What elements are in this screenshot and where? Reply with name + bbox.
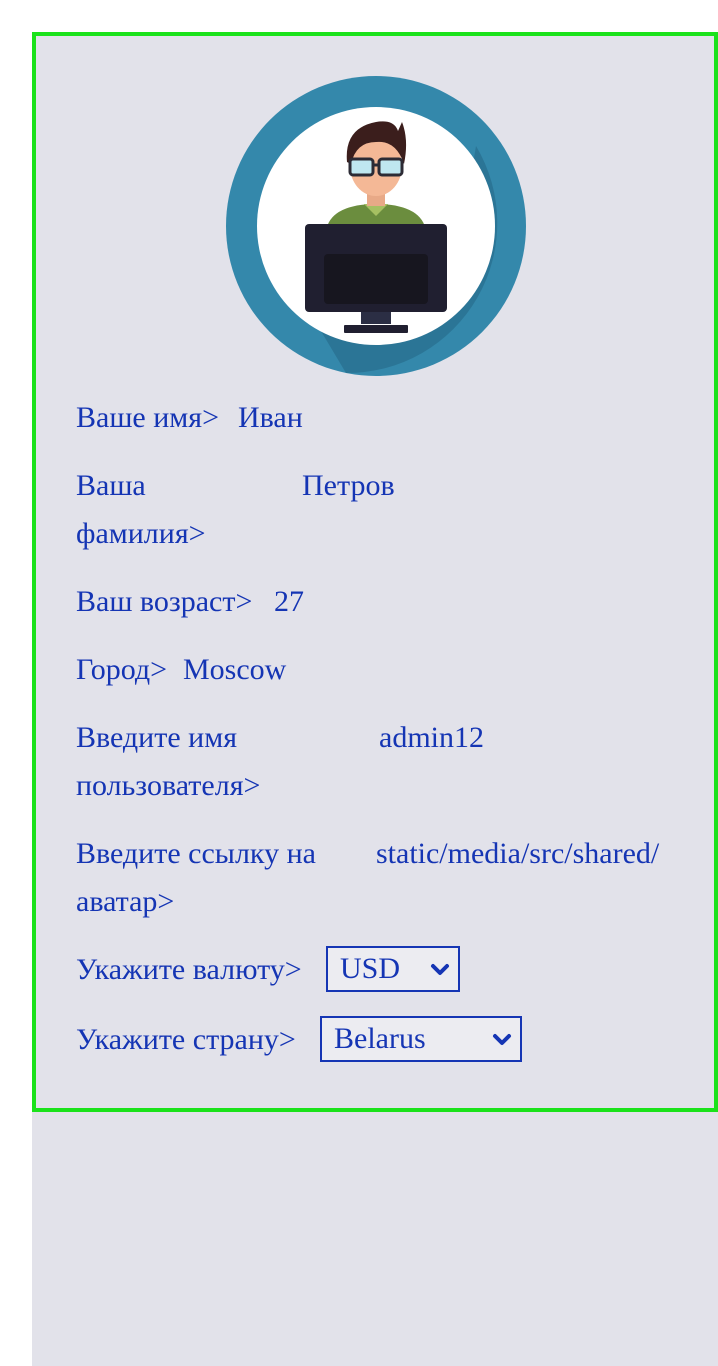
username-value: admin12 [379,721,484,754]
username-label-line2: пользователя> [76,769,261,802]
username-label-line1: Введите имя [76,721,238,754]
country-label: Укажите страну> [76,1023,296,1056]
currency-label: Укажите валюту> [76,953,302,986]
surname-label-line1: Ваша [76,469,146,502]
avatar-link-value: static/media/src/shared/ [376,837,660,870]
surname-label-line2: фамилия> [76,517,206,550]
country-selected-value: Belarus [334,1022,426,1055]
chevron-down-icon [493,1034,511,1045]
chevron-down-icon [431,964,449,975]
country-select[interactable]: Belarus [320,1016,522,1062]
avatar-link-label-line1: Введите ссылку на [76,837,316,870]
currency-select[interactable]: USD [326,946,460,992]
currency-selected-value: USD [340,952,401,985]
city-value: Moscow [183,653,287,686]
age-value: 27 [274,585,304,618]
name-value: Иван [238,401,303,434]
age-label: Ваш возраст> [76,585,253,618]
name-label: Ваше имя> [76,401,219,434]
surname-value: Петров [302,469,395,502]
profile-card: Ваше имя> Иван Ваша фамилия> Петров Ваш … [32,32,718,1112]
user-avatar-icon [226,76,526,376]
city-label: Город> [76,653,168,686]
avatar-link-label-line2: аватар> [76,885,175,918]
